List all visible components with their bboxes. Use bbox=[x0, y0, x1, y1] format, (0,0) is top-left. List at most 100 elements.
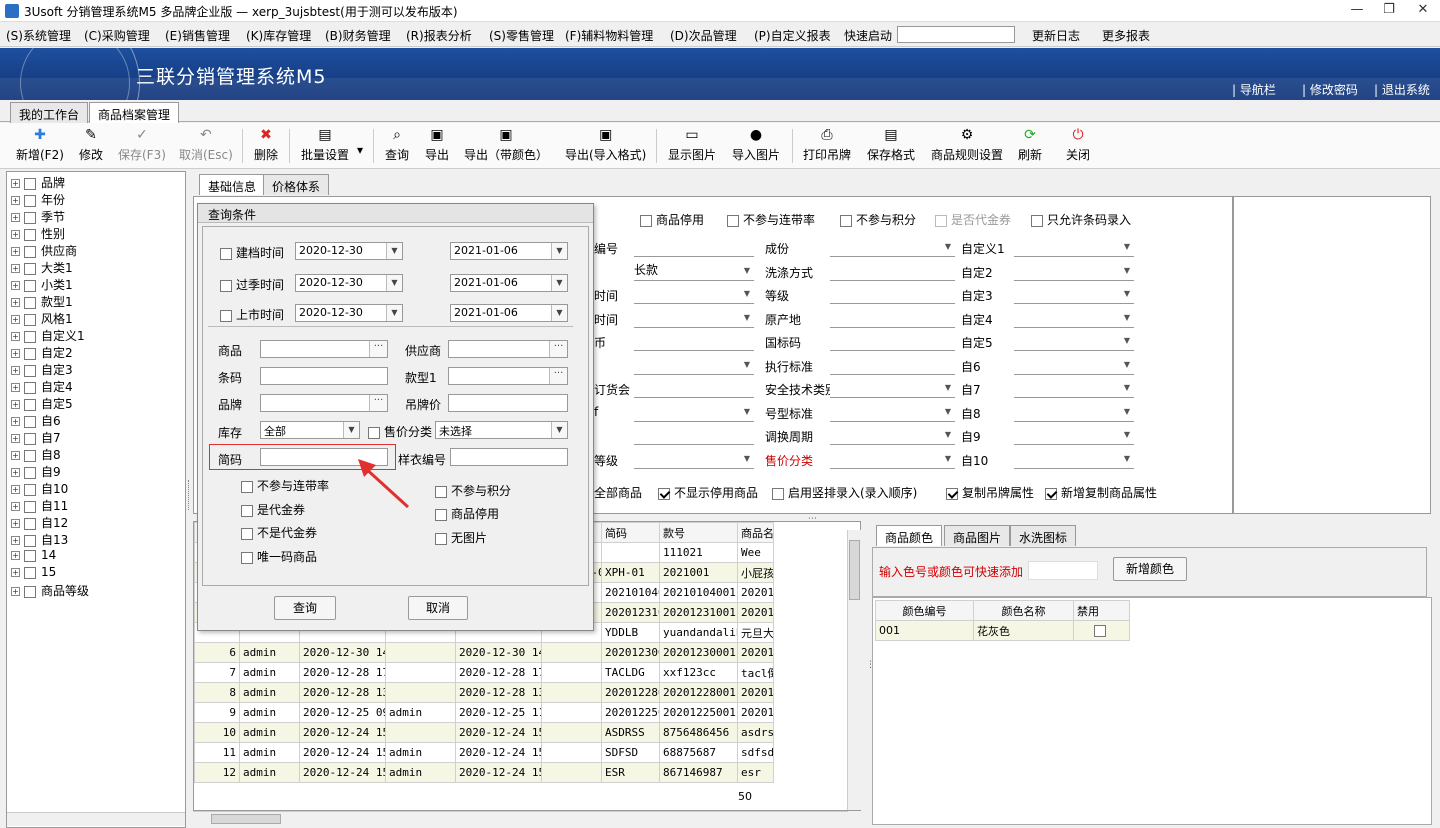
expand-icon[interactable]: + bbox=[11, 349, 20, 358]
expand-icon[interactable]: + bbox=[11, 247, 20, 256]
tree-checkbox[interactable] bbox=[24, 330, 36, 343]
chevron-down-icon[interactable]: ▼ bbox=[1120, 333, 1134, 349]
tree-item[interactable]: + 季节 bbox=[11, 208, 65, 225]
season-date-to[interactable]: 2021-01-06 ▼ bbox=[450, 274, 568, 292]
chevron-down-icon[interactable]: ▼ bbox=[551, 305, 567, 321]
chevron-down-icon[interactable]: ▼ bbox=[551, 243, 567, 259]
tree-item[interactable]: + 自定2 bbox=[11, 344, 73, 361]
grid-hscroll-thumb[interactable] bbox=[211, 814, 281, 824]
no-rate-checkbox[interactable] bbox=[241, 480, 253, 493]
tree-checkbox[interactable] bbox=[24, 245, 36, 258]
import-image-button[interactable]: ● 导入图片 bbox=[732, 127, 780, 163]
chevron-down-icon[interactable]: ▼ bbox=[1120, 451, 1134, 467]
tree-item[interactable]: + 自定3 bbox=[11, 361, 73, 378]
menu-defects[interactable]: (D)次品管理 bbox=[670, 27, 737, 44]
create-date-checkbox[interactable] bbox=[220, 247, 232, 260]
all-goods-label[interactable]: 全部商品 bbox=[594, 484, 642, 501]
custom-field-input[interactable]: ▼ bbox=[1014, 307, 1134, 328]
market-date-to[interactable]: 2021-01-06 ▼ bbox=[450, 304, 568, 322]
price-class-check[interactable]: 售价分类 bbox=[368, 423, 432, 440]
menu-retail[interactable]: (S)零售管理 bbox=[489, 27, 554, 44]
field-input[interactable]: ▼ bbox=[634, 401, 754, 422]
expand-icon[interactable]: + bbox=[11, 502, 20, 511]
menu-system[interactable]: (S)系统管理 bbox=[6, 27, 71, 44]
chk-no-rate[interactable]: 不参与连带率 bbox=[241, 477, 329, 494]
chevron-down-icon[interactable]: ▼ bbox=[740, 451, 754, 467]
expand-icon[interactable]: + bbox=[11, 434, 20, 443]
chevron-down-icon[interactable]: ▼ bbox=[740, 310, 754, 326]
no-points-flag[interactable]: 不参与积分 bbox=[840, 211, 916, 228]
color-quick-input[interactable] bbox=[1028, 561, 1098, 580]
is-voucher-checkbox[interactable] bbox=[241, 504, 253, 517]
custom-field-input[interactable]: ▼ bbox=[1014, 260, 1134, 281]
copy-attr-option[interactable]: 新增复制商品属性 bbox=[1045, 484, 1157, 501]
tree-checkbox[interactable] bbox=[24, 228, 36, 241]
expand-icon[interactable]: + bbox=[11, 281, 20, 290]
no-rate-checkbox[interactable] bbox=[727, 214, 739, 227]
brand-input[interactable]: ··· bbox=[260, 394, 388, 412]
table-row[interactable]: 7admin2020-12-28 17 2020-12-28 17: TACLDGx… bbox=[194, 662, 774, 683]
voucher-flag[interactable]: 是否代金券 bbox=[935, 211, 1011, 228]
goods-rules-button[interactable]: ⚙ 商品规则设置 bbox=[931, 127, 1003, 163]
grid-vscroll-thumb[interactable] bbox=[849, 540, 860, 600]
tab-wash-icon[interactable]: 水洗图标 bbox=[1010, 525, 1077, 546]
tree-checkbox[interactable] bbox=[24, 313, 36, 326]
table-row[interactable]: 8admin2020-12-28 132020-12-28 13:2020122… bbox=[194, 682, 774, 703]
tree-item[interactable]: + 大类1 bbox=[11, 259, 73, 276]
no-points-checkbox[interactable] bbox=[435, 485, 447, 498]
query-cancel-button[interactable]: 取消 bbox=[408, 596, 468, 620]
table-row[interactable]: 11admin2020-12-24 15admin2020-12-24 15:S… bbox=[194, 742, 774, 763]
chevron-down-icon[interactable]: ▼ bbox=[386, 243, 402, 259]
expand-icon[interactable]: + bbox=[11, 536, 20, 545]
goods-input[interactable]: ··· bbox=[260, 340, 388, 358]
vertical-entry-checkbox[interactable] bbox=[772, 487, 784, 500]
new-button[interactable]: ✚ 新增(F2) bbox=[16, 127, 64, 163]
chevron-down-icon[interactable]: ▼ bbox=[551, 275, 567, 291]
tree-checkbox[interactable] bbox=[24, 585, 36, 598]
vertical-entry-option[interactable]: 启用竖排录入(录入顺序) bbox=[772, 484, 917, 501]
tree-item[interactable]: + 款型1 bbox=[11, 293, 73, 310]
market-date-from[interactable]: 2020-12-30 ▼ bbox=[295, 304, 403, 322]
export-import-format-button[interactable]: ▣ 导出(导入格式) bbox=[565, 127, 646, 163]
close-button[interactable]: ⏻ 关闭 bbox=[1066, 127, 1090, 163]
tab-workbench[interactable]: 我的工作台 bbox=[10, 102, 89, 123]
tree-item[interactable]: + 自7 bbox=[11, 429, 61, 446]
tree-item[interactable]: + 自定义1 bbox=[11, 327, 85, 344]
tree-item[interactable]: + 自10 bbox=[11, 480, 68, 497]
field-input[interactable] bbox=[634, 378, 754, 398]
tree-checkbox[interactable] bbox=[24, 296, 36, 309]
chevron-down-icon[interactable]: ▼ bbox=[1120, 263, 1134, 279]
chevron-down-icon[interactable]: ▼ bbox=[941, 404, 955, 420]
expand-icon[interactable]: + bbox=[11, 230, 20, 239]
save-button[interactable]: ✓ 保存(F3) bbox=[118, 127, 166, 163]
no-rate-flag[interactable]: 不参与连带率 bbox=[727, 211, 815, 228]
create-date-check[interactable]: 建档时间 bbox=[220, 244, 284, 261]
expand-icon[interactable]: + bbox=[11, 213, 20, 222]
table-row[interactable]: 9admin2020-12-25 09admin2020-12-25 11:20… bbox=[194, 702, 774, 723]
chevron-down-icon[interactable]: ▼ bbox=[1120, 380, 1134, 396]
field-input[interactable] bbox=[830, 260, 955, 281]
tree-checkbox[interactable] bbox=[24, 415, 36, 428]
chevron-down-icon[interactable]: ▼ bbox=[1120, 357, 1134, 373]
chevron-down-icon[interactable]: ▼ bbox=[386, 305, 402, 321]
cancel-button[interactable]: ↶ 取消(Esc) bbox=[179, 127, 233, 163]
custom-field-input[interactable]: ▼ bbox=[1014, 237, 1134, 257]
field-input[interactable]: ▼ bbox=[830, 425, 955, 445]
field-input[interactable]: ▼ bbox=[830, 448, 955, 469]
splitter-handle[interactable] bbox=[188, 480, 191, 510]
price-class-select[interactable]: 未选择 ▼ bbox=[435, 421, 568, 439]
field-input[interactable]: ▼ bbox=[830, 237, 955, 257]
chk-not-voucher[interactable]: 不是代金券 bbox=[241, 524, 317, 541]
chevron-down-icon[interactable]: ▼ bbox=[1120, 310, 1134, 326]
copy-tag-option[interactable]: 复制吊牌属性 bbox=[946, 484, 1034, 501]
tree-item[interactable]: + 品牌 bbox=[11, 174, 65, 191]
ellipsis-icon[interactable]: ··· bbox=[369, 395, 387, 411]
chevron-down-icon[interactable]: ▼ bbox=[941, 239, 955, 255]
expand-icon[interactable]: + bbox=[11, 400, 20, 409]
nav-link[interactable]: | 导航栏 bbox=[1232, 81, 1276, 98]
tree-checkbox[interactable] bbox=[24, 347, 36, 360]
chk-no-image[interactable]: 无图片 bbox=[435, 529, 487, 546]
expand-icon[interactable]: + bbox=[11, 451, 20, 460]
price-class-checkbox[interactable] bbox=[368, 426, 380, 439]
menu-custom-reports[interactable]: (P)自定义报表 bbox=[754, 27, 831, 44]
